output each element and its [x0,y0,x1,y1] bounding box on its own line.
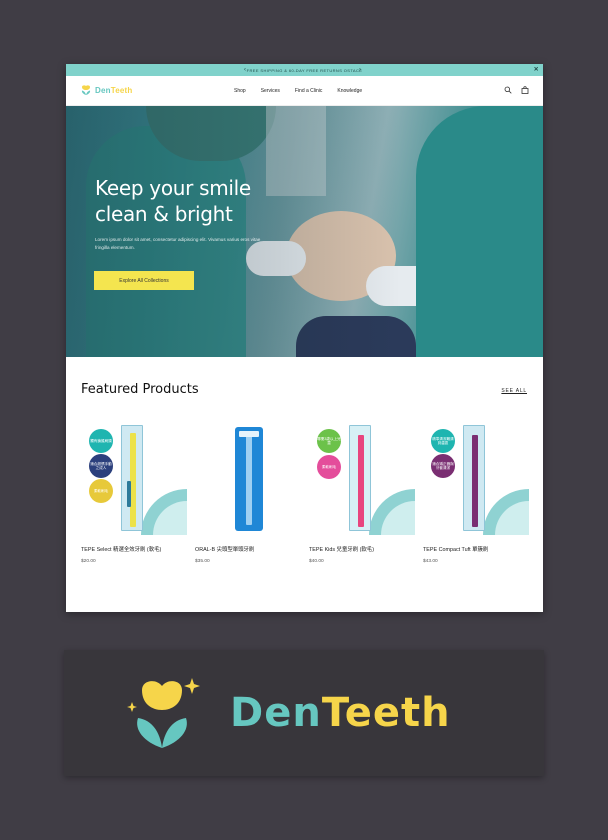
product-name[interactable]: TEPE Compact Tuft 單簇刷 [423,545,529,553]
nav-item-shop[interactable]: Shop [234,88,246,94]
nav-item-find-clinic[interactable]: Find a Clinic [295,88,323,94]
hero-banner: Keep your smile clean & bright Lorem ips… [66,106,543,357]
product-price: $43.00 [423,559,438,564]
chevron-right-icon[interactable]: › [359,64,361,76]
pack-label [239,431,259,437]
logo[interactable]: DenTeeth [80,84,132,96]
product-badge: 柔軟刷毛 [89,479,113,503]
product-grid: 獨有鎖護刷頭 適合超慣手動之成人 柔軟刷毛 TEPE Select 精選全效牙刷… [81,423,529,564]
product-image[interactable]: 專業3歲以上兒童 柔軟刷毛 [309,423,415,535]
hero-title: Keep your smile clean & bright [95,176,251,226]
tooth-logo-icon [81,85,91,95]
nav-item-knowledge[interactable]: Knowledge [337,88,362,94]
hero-overlay [66,106,543,357]
site-header: DenTeeth Shop Services Find a Clinic Kno… [66,76,543,106]
section-title: Featured Products [81,382,199,397]
announcement-bar: ‹ FREE SHIPPING & 60-DAY FREE RETURNS OS… [66,64,543,76]
hero-body: Lorem ipsum dolor sit amet, consectetur … [95,237,261,250]
toothbrush-handle [246,433,252,525]
announcement-text: FREE SHIPPING & 60-DAY FREE RETURNS OSTA… [246,67,363,73]
product-name[interactable]: TEPE Kids 兒童牙刷 (軟毛) [309,545,415,553]
product-name[interactable]: ORAL-B 尖頭型單頭牙刷 [195,545,301,553]
chevron-left-icon[interactable]: ‹ [244,64,246,76]
header-icons [504,86,529,97]
product-name[interactable]: TEPE Select 精選全效牙刷 (軟毛) [81,545,187,553]
product-badge: 適合矯正器與牙套清潔 [431,454,455,478]
product-badge: 獨有鎖護刷頭 [89,429,113,453]
product-image[interactable] [195,423,301,535]
product-badge: 適合超慣手動之成人 [89,454,113,478]
product-card[interactable]: ORAL-B 尖頭型單頭牙刷 $35.00 [195,423,301,564]
close-icon[interactable]: ✕ [534,64,539,76]
product-price: $35.00 [195,559,210,564]
product-card[interactable]: 精準清潔難清到齒區 適合矯正器與牙套清潔 TEPE Compact Tuft 單… [423,423,529,564]
product-badge: 專業3歲以上兒童 [317,429,341,453]
product-image[interactable]: 獨有鎖護刷頭 適合超慣手動之成人 柔軟刷毛 [81,423,187,535]
tooth-logo-icon [127,678,200,748]
brand-banner: DenTeeth [64,650,544,776]
product-badge: 柔軟刷毛 [317,455,341,479]
search-icon[interactable] [504,86,512,97]
toothbrush-handle [130,433,136,527]
brand-wordmark: DenTeeth [230,690,451,736]
explore-collections-button[interactable]: Explore All Collections [94,271,194,290]
main-nav: Shop Services Find a Clinic Knowledge [234,76,362,106]
toothbrush-handle [472,435,478,527]
nav-item-services[interactable]: Services [261,88,280,94]
see-all-link[interactable]: SEE ALL [501,388,527,394]
product-card[interactable]: 專業3歲以上兒童 柔軟刷毛 TEPE Kids 兒童牙刷 (軟毛) $40.00 [309,423,415,564]
logo-text: DenTeeth [95,85,133,95]
toothbrush-handle [358,435,364,527]
product-card[interactable]: 獨有鎖護刷頭 適合超慣手動之成人 柔軟刷毛 TEPE Select 精選全效牙刷… [81,423,187,564]
bag-icon[interactable] [521,86,529,97]
product-price: $40.00 [309,559,324,564]
product-image[interactable]: 精準清潔難清到齒區 適合矯正器與牙套清潔 [423,423,529,535]
store-preview: ‹ FREE SHIPPING & 60-DAY FREE RETURNS OS… [66,64,543,612]
toothbrush-head [127,481,131,507]
product-badge: 精準清潔難清到齒區 [431,429,455,453]
product-price: $20.00 [81,559,96,564]
